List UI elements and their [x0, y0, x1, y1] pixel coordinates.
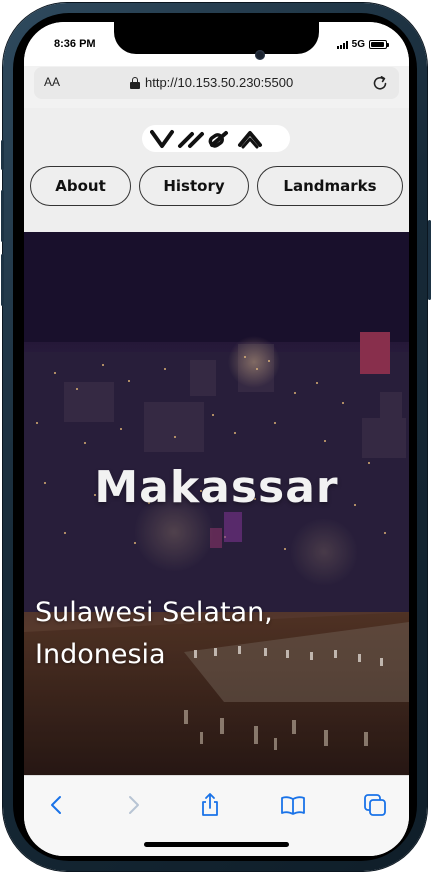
text-size-button[interactable]: AA [44, 75, 60, 89]
share-icon[interactable] [197, 792, 223, 818]
home-indicator[interactable] [144, 842, 289, 847]
address-bar[interactable]: AA http://10.153.50.230:5500 [34, 67, 399, 99]
hero-section: Makassar Sulawesi Selatan, Indonesia [24, 232, 409, 775]
camera-icon [255, 50, 265, 60]
status-indicators: 5G [336, 39, 389, 50]
volume-down-button [1, 254, 4, 306]
status-time: 8:36 PM [54, 38, 96, 50]
signal-icon [336, 40, 348, 49]
bookmarks-icon[interactable] [280, 792, 306, 818]
hero-subtitle: Sulawesi Selatan, Indonesia [35, 597, 273, 670]
power-button [428, 220, 431, 300]
site-header: About History Landmarks [24, 108, 409, 232]
tabs-icon[interactable] [362, 792, 388, 818]
volume-up-button [1, 190, 4, 242]
battery-level [371, 42, 384, 47]
nav-about-button[interactable]: About [30, 166, 131, 206]
url-text[interactable]: http://10.153.50.230:5500 [145, 75, 293, 90]
logo-icon [150, 130, 262, 149]
network-type: 5G [351, 39, 365, 50]
reload-icon[interactable] [371, 74, 389, 92]
phone-screen: 8:36 PM 5G AA http://10.153.50.230:5500 [24, 22, 409, 856]
nav-history-button[interactable]: History [139, 166, 249, 206]
silent-switch [1, 140, 4, 170]
notch [114, 22, 319, 54]
battery-icon [369, 40, 389, 49]
hero-title: Makassar [94, 462, 339, 513]
nav-landmarks-button[interactable]: Landmarks [257, 166, 403, 206]
forward-icon[interactable] [120, 792, 146, 818]
back-icon[interactable] [44, 792, 70, 818]
site-logo[interactable] [142, 125, 290, 152]
lock-icon [130, 77, 140, 89]
